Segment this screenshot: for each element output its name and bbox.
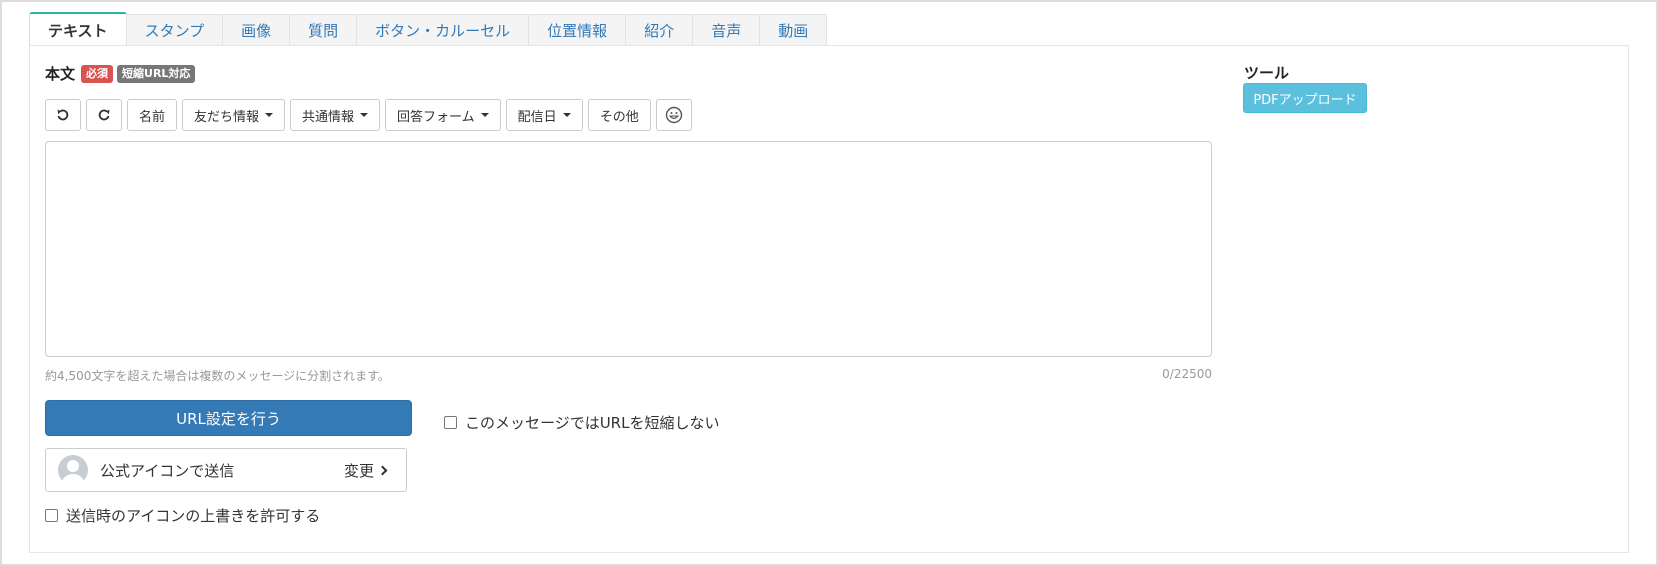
insert-name-label: 名前 [139, 109, 166, 125]
delivery-date-dropdown[interactable]: 配信日 [505, 99, 583, 131]
change-icon-label: 変更 [343, 461, 374, 480]
tab-image[interactable]: 画像 [222, 14, 291, 46]
change-icon-link[interactable]: 変更 [343, 460, 388, 481]
tab-stamp[interactable]: スタンプ [125, 14, 224, 46]
caret-down-icon [265, 113, 274, 117]
chevron-right-icon [377, 465, 388, 475]
tab-video[interactable]: 動画 [759, 14, 828, 46]
required-badge: 必須 [81, 64, 114, 83]
redo-icon [97, 108, 111, 122]
delivery-date-label: 配信日 [517, 109, 557, 125]
editor-toolbar: 名前 友だち情報 共通情報 回答フォーム 配信日 その他 [45, 99, 692, 131]
other-button[interactable]: その他 [587, 99, 651, 131]
undo-icon [56, 108, 70, 122]
short-url-badge: 短縮URL対応 [117, 64, 196, 83]
tab-question[interactable]: 質問 [289, 14, 358, 46]
emoji-icon [665, 106, 683, 124]
body-title: 本文 [45, 65, 76, 83]
tab-location[interactable]: 位置情報 [528, 14, 627, 46]
message-body-textarea[interactable] [45, 141, 1212, 357]
friend-info-label: 友だち情報 [194, 109, 260, 125]
allow-icon-override-checkbox[interactable] [45, 509, 58, 522]
character-counter: 0/22500 [1162, 367, 1212, 381]
url-settings-button[interactable]: URL設定を行う [45, 400, 412, 436]
tab-button-carousel[interactable]: ボタン・カルーセル [356, 14, 530, 46]
friend-info-dropdown[interactable]: 友だち情報 [182, 99, 286, 131]
tab-text[interactable]: テキスト [29, 12, 127, 46]
redo-button[interactable] [86, 99, 122, 131]
tab-audio[interactable]: 音声 [692, 14, 761, 46]
no-shorten-url-option: このメッセージではURLを短縮しない [444, 412, 719, 433]
shared-info-label: 共通情報 [302, 109, 355, 125]
no-shorten-url-label: このメッセージではURLを短縮しない [465, 414, 720, 432]
allow-icon-override-label: 送信時のアイコンの上書きを許可する [66, 507, 321, 525]
emoji-button[interactable] [655, 99, 692, 131]
insert-name-button[interactable]: 名前 [127, 99, 178, 131]
split-message-hint: 約4,500文字を超えた場合は複数のメッセージに分割されます。 [45, 369, 390, 383]
caret-down-icon [480, 113, 489, 117]
sender-icon-label: 公式アイコンで送信 [100, 461, 235, 480]
undo-button[interactable] [45, 99, 81, 131]
tab-introduction[interactable]: 紹介 [625, 14, 694, 46]
answer-form-dropdown[interactable]: 回答フォーム [385, 99, 501, 131]
caret-down-icon [562, 113, 571, 117]
tools-title: ツール [1244, 64, 1290, 82]
sender-icon-box: 公式アイコンで送信 変更 [45, 448, 407, 492]
caret-down-icon [360, 113, 369, 117]
pdf-upload-button[interactable]: PDFアップロード [1243, 83, 1367, 113]
no-shorten-url-checkbox[interactable] [444, 416, 457, 429]
avatar [58, 455, 88, 485]
answer-form-label: 回答フォーム [397, 109, 475, 125]
shared-info-dropdown[interactable]: 共通情報 [290, 99, 381, 131]
message-type-tabs: テキスト スタンプ 画像 質問 ボタン・カルーセル 位置情報 紹介 音声 動画 [29, 12, 828, 46]
allow-icon-override-option: 送信時のアイコンの上書きを許可する [45, 505, 320, 526]
other-label: その他 [599, 109, 639, 125]
body-heading: 本文 必須 短縮URL対応 [45, 63, 196, 84]
